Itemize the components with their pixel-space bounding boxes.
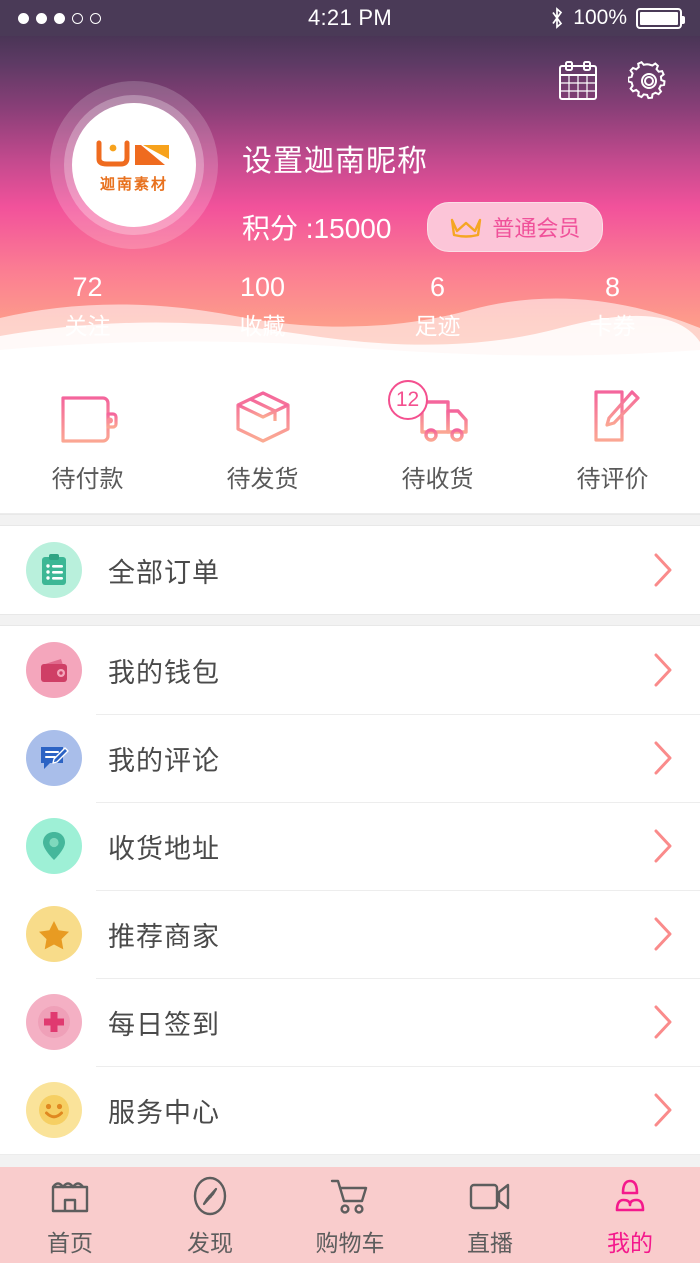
chevron-right-icon [654,1093,672,1127]
chevron-right-icon [654,741,672,775]
battery-full-icon [636,7,685,29]
order-status-pending-receipt[interactable]: 12 待收货 [350,379,525,494]
menu-section-account: 我的钱包 我的评论 收货地址 推荐商家 每日签到 服务中心 [0,626,700,1154]
wallet-icon [60,395,118,444]
plus-circle-icon [26,994,82,1050]
bottom-tab-bar: 首页 发现 购物车 直播 我的 [0,1167,700,1263]
menu-item-label: 服务中心 [108,1097,220,1128]
order-status-row: 待付款 待发货 12 待收货 待评价 [0,366,700,514]
tab-label: 首页 [47,1230,93,1256]
mobile-screen: 4:21 PM 100% 迦南素材 设置迦南昵称 积分:15000 普通会员 … [0,0,700,1263]
jn-logo-icon [96,140,169,166]
gear-icon[interactable] [628,60,670,102]
bottom-divider [0,1155,700,1167]
order-status-label: 待收货 [401,465,474,493]
tab-live[interactable]: 直播 [420,1172,560,1258]
tab-label: 购物车 [315,1230,385,1256]
menu-item-label: 全部订单 [108,557,220,588]
nickname-label[interactable]: 设置迦南昵称 [242,136,603,180]
order-badge-count: 12 [387,379,428,420]
avatar[interactable]: 迦南素材 [50,81,218,249]
menu-item-label: 我的钱包 [108,657,220,688]
tab-label: 发现 [187,1230,233,1256]
profile-header: 迦南素材 设置迦南昵称 积分 :15000 普通会员 72 关注 [0,36,700,366]
chevron-right-icon [654,1005,672,1039]
order-status-pending-review[interactable]: 待评价 [525,386,700,494]
menu-item-label: 每日签到 [108,1009,220,1040]
compass-icon [189,1172,231,1220]
shop-icon [48,1172,92,1220]
menu-item-recommended-merchants[interactable]: 推荐商家 [0,890,700,978]
clipboard-icon [26,542,82,598]
status-bar: 4:21 PM 100% [0,0,700,36]
cart-icon [327,1172,373,1220]
menu-item-shipping-address[interactable]: 收货地址 [0,802,700,890]
wave-divider [0,298,700,366]
menu-item-my-wallet[interactable]: 我的钱包 [0,626,700,714]
avatar-logo-text: 迦南素材 [99,175,168,193]
menu-item-label: 我的评论 [108,745,220,776]
tab-cart[interactable]: 购物车 [280,1172,420,1258]
wallet-filled-icon [26,642,82,698]
order-status-label: 待发货 [226,465,299,493]
order-status-pending-shipment[interactable]: 待发货 [175,386,350,494]
calendar-icon[interactable] [558,60,598,102]
membership-label: 普通会员 [492,216,581,241]
chevron-right-icon [654,829,672,863]
menu-item-all-orders[interactable]: 全部订单 [0,526,700,614]
order-status-pending-payment[interactable]: 待付款 [0,386,175,494]
review-icon [588,389,640,442]
smiley-icon [26,1082,82,1138]
location-pin-icon [26,818,82,874]
tab-home[interactable]: 首页 [0,1172,140,1258]
menu-item-label: 推荐商家 [108,921,220,952]
menu-item-label: 收货地址 [108,833,220,864]
menu-item-my-comments[interactable]: 我的评论 [0,714,700,802]
chevron-right-icon [654,917,672,951]
chevron-right-icon [654,553,672,587]
order-status-label: 待评价 [576,465,649,493]
chevron-right-icon [654,653,672,687]
points-label: 积分 :15000 [242,213,392,244]
battery-percent-label: 100% [573,6,627,29]
tab-mine[interactable]: 我的 [560,1172,700,1258]
box-icon [235,390,290,443]
membership-badge[interactable]: 普通会员 [427,202,604,252]
comment-edit-icon [26,730,82,786]
tab-label: 直播 [467,1230,513,1256]
section-divider [0,514,700,526]
crown-icon [451,218,482,238]
bluetooth-icon [552,7,563,29]
menu-section-orders: 全部订单 [0,526,700,614]
video-icon [467,1172,513,1220]
order-status-label: 待付款 [51,465,124,493]
menu-item-service-center[interactable]: 服务中心 [0,1066,700,1154]
star-icon [26,906,82,962]
tab-label: 我的 [607,1230,653,1256]
tab-discover[interactable]: 发现 [140,1172,280,1258]
person-icon [609,1172,651,1220]
menu-item-daily-checkin[interactable]: 每日签到 [0,978,700,1066]
section-divider [0,614,700,626]
